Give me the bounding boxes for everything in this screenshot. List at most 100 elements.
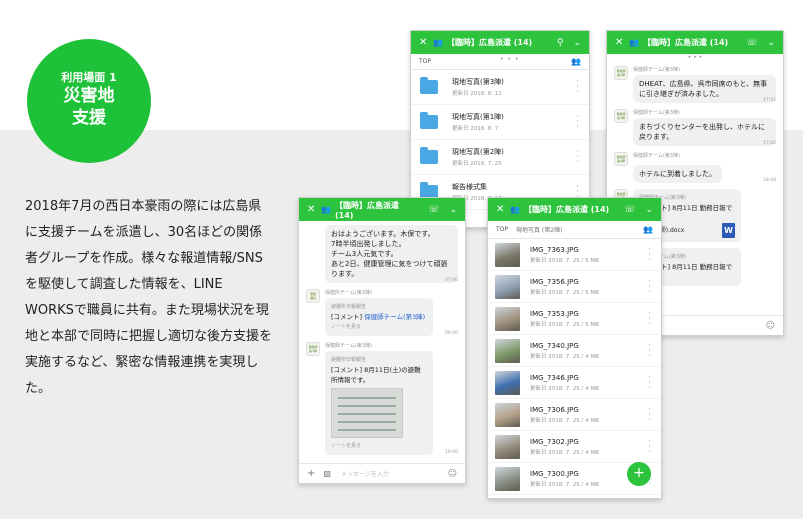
chevron-down-icon[interactable]: ⌄ <box>767 38 775 48</box>
file-name: IMG_7306.JPG <box>530 405 579 414</box>
close-icon[interactable]: ✕ <box>307 204 321 215</box>
note-caption: 避難所日報報告 <box>331 357 367 363</box>
chat-title: 【臨時】広島派遣 (14) <box>446 38 533 47</box>
image-list: IMG_7363.JPG 更新日 2018. 7. 25 / 5 MB · · · IMG… <box>488 239 661 500</box>
more-icon[interactable]: ··· <box>648 310 651 329</box>
file-meta: 更新日 2018. 7. 25 / 4 MB <box>530 385 599 392</box>
badge-title-line1: 災害地 <box>63 86 115 106</box>
avatar: 保健 福祉 <box>306 289 320 303</box>
image-thumbnail <box>495 466 520 491</box>
folder-path: 現地写真 (第2陣) <box>516 227 563 234</box>
image-thumbnail <box>495 338 520 363</box>
image-file-row[interactable]: IMG_7306.JPG 更新日 2018. 7. 25 / 4 MB · · · <box>488 399 661 431</box>
comment-label: [コメント] <box>331 313 365 321</box>
group-icon: 👥 <box>433 38 443 47</box>
image-file-row[interactable]: IMG_7356.JPG 更新日 2018. 7. 25 / 5 MB · · · <box>488 271 661 303</box>
chevron-down-icon[interactable]: ⌄ <box>573 38 581 48</box>
phone-icon[interactable]: ☏ <box>624 205 635 215</box>
file-meta: 更新日 2018. 7. 25 / 5 MB <box>530 321 599 328</box>
sender-name: 保健師チーム(第3陣) <box>633 110 680 116</box>
sender-name: 保健師チーム(第3陣) <box>325 343 372 349</box>
chat-title: 【臨時】広島派遣 (14) <box>523 205 610 214</box>
more-icon[interactable]: ··· <box>576 113 579 132</box>
members-icon[interactable]: 👥 <box>643 225 653 234</box>
description-text: 2018年7月の西日本豪雨の際には広島県に支援チームを派遣し、30名ほどの関係者… <box>25 199 273 396</box>
folder-date: 更新日 2018. 7. 25 <box>452 161 502 167</box>
word-file-icon[interactable]: W <box>722 223 735 238</box>
add-button[interactable]: + <box>627 462 651 486</box>
close-icon[interactable]: ✕ <box>496 204 510 215</box>
group-icon: 👥 <box>629 38 639 47</box>
chat-title: 【臨時】広島派遣 (14) <box>642 38 729 47</box>
folder-row[interactable]: 現地写真(第3陣) 更新日 2018. 8. 12 · · · <box>411 70 589 105</box>
note-body: [コメント] 8月11日(土)の避難所情報です。 <box>331 366 421 384</box>
message-input-bar: + ▨ メッセージを入力 ☺ <box>299 463 465 483</box>
image-thumbnail <box>495 274 520 299</box>
file-name: IMG_7346.JPG <box>530 373 579 382</box>
plus-icon[interactable]: + <box>307 468 315 479</box>
file-meta: 更新日 2018. 7. 25 / 4 MB <box>530 353 599 360</box>
header-bar: ✕ 👥 【臨時】広島派遣 (14) ☏ ⌄ <box>488 198 661 221</box>
image-file-row[interactable]: KIMG0063.JPG··· <box>488 495 661 500</box>
image-thumbnail <box>495 499 520 500</box>
badge-subtitle: 利用場面 1 <box>61 71 117 84</box>
top-tab[interactable]: TOP <box>419 58 431 65</box>
sender-name: 保健師チーム(第3陣) <box>633 67 680 73</box>
sender-name: 保健師チーム(第3陣) <box>633 153 680 159</box>
emoji-icon[interactable]: ☺ <box>448 469 457 479</box>
folder-icon <box>420 112 438 129</box>
image-thumbnail <box>495 306 520 331</box>
message-bubble[interactable]: ホテルに到着しました。 <box>633 165 722 183</box>
close-icon[interactable]: ✕ <box>615 37 629 48</box>
folder-icon <box>420 77 438 94</box>
phone-icon[interactable]: ☏ <box>428 205 439 215</box>
folder-date: 更新日 2018. 8. 12 <box>452 91 502 97</box>
more-icon[interactable]: ··· <box>576 148 579 167</box>
more-icon[interactable]: ··· <box>648 342 651 361</box>
folder-name: 現地写真(第2陣) <box>452 148 504 156</box>
image-file-row[interactable]: IMG_7340.JPG 更新日 2018. 7. 25 / 4 MB · · · <box>488 335 661 367</box>
image-file-row[interactable]: IMG_7302.JPG 更新日 2018. 7. 25 / 4 MB · · · <box>488 431 661 463</box>
members-icon[interactable]: 👥 <box>571 57 581 66</box>
message-input[interactable]: メッセージを入力 <box>341 469 389 478</box>
folder-date: 更新日 2018. 8. 7 <box>452 126 499 132</box>
file-name: IMG_7300.JPG <box>530 469 579 478</box>
sender-name: 保健所チーム(第3陣) <box>325 290 372 296</box>
chevron-down-icon[interactable]: ⌄ <box>645 205 653 215</box>
more-icon[interactable]: ··· <box>648 374 651 393</box>
image-thumbnail <box>495 402 520 427</box>
more-icon[interactable]: ··· <box>576 78 579 97</box>
message-bubble[interactable]: DHEAT、広島県、呉市同席のもと、無事に引き継ぎが済みました。 <box>633 75 776 103</box>
image-file-row[interactable]: IMG_7363.JPG 更新日 2018. 7. 25 / 5 MB · · · <box>488 239 661 271</box>
more-icon[interactable]: ··· <box>648 406 651 425</box>
file-name: IMG_7353.JPG <box>530 309 579 318</box>
file-meta: 更新日 2018. 7. 25 / 5 MB <box>530 257 599 264</box>
file-meta: 更新日 2018. 7. 25 / 4 MB <box>530 481 599 488</box>
avatar: 保健師 第3陣 <box>614 109 628 123</box>
file-name: IMG_7356.JPG <box>530 277 579 286</box>
message-bubble[interactable]: おはようございます。木保です。 7時半頃出発しました。 チーム3人元気です。 あ… <box>325 225 458 283</box>
phone-icon[interactable]: ☏ <box>746 38 757 48</box>
close-icon[interactable]: ✕ <box>419 37 433 48</box>
chevron-down-icon[interactable]: ⌄ <box>449 205 457 215</box>
phone-image-list: ✕ 👥 【臨時】広島派遣 (14) ☏ ⌄ TOP 現地写真 (第2陣) 👥 I… <box>487 197 662 499</box>
note-card[interactable]: 避難所日報報告 [コメント] 8月11日(土)の避難所情報です。 ノートを見る <box>325 351 433 455</box>
image-icon[interactable]: ▨ <box>323 469 331 478</box>
folder-row[interactable]: 現地写真(第1陣) 更新日 2018. 8. 7 · · · <box>411 105 589 140</box>
top-tab[interactable]: TOP <box>496 226 508 233</box>
note-caption: 避難所日報報告 <box>331 304 367 310</box>
search-icon[interactable]: ⚲ <box>557 38 564 48</box>
folder-row[interactable]: 現地写真(第2陣) 更新日 2018. 7. 25 · · · <box>411 140 589 175</box>
image-file-row[interactable]: IMG_7353.JPG 更新日 2018. 7. 25 / 5 MB · · · <box>488 303 661 335</box>
document-thumbnail[interactable] <box>331 388 403 438</box>
more-icon[interactable]: ··· <box>648 278 651 297</box>
image-file-row[interactable]: IMG_7346.JPG 更新日 2018. 7. 25 / 4 MB · · · <box>488 367 661 399</box>
message-bubble[interactable]: まちづくりセンターを出発し、ホテルに戻ります。 <box>633 118 776 146</box>
emoji-icon[interactable]: ☺ <box>766 321 775 331</box>
chat-message: おはようございます。木保です。 7時半頃出発しました。 チーム3人元気です。 あ… <box>306 225 458 283</box>
more-icon[interactable]: ··· <box>648 438 651 457</box>
file-meta: 更新日 2018. 7. 25 / 4 MB <box>530 417 599 424</box>
use-case-badge: 利用場面 1 災害地 支援 <box>27 39 151 163</box>
team-link[interactable]: 保健師チーム(第3陣) <box>364 313 425 321</box>
more-icon[interactable]: ··· <box>648 246 651 265</box>
